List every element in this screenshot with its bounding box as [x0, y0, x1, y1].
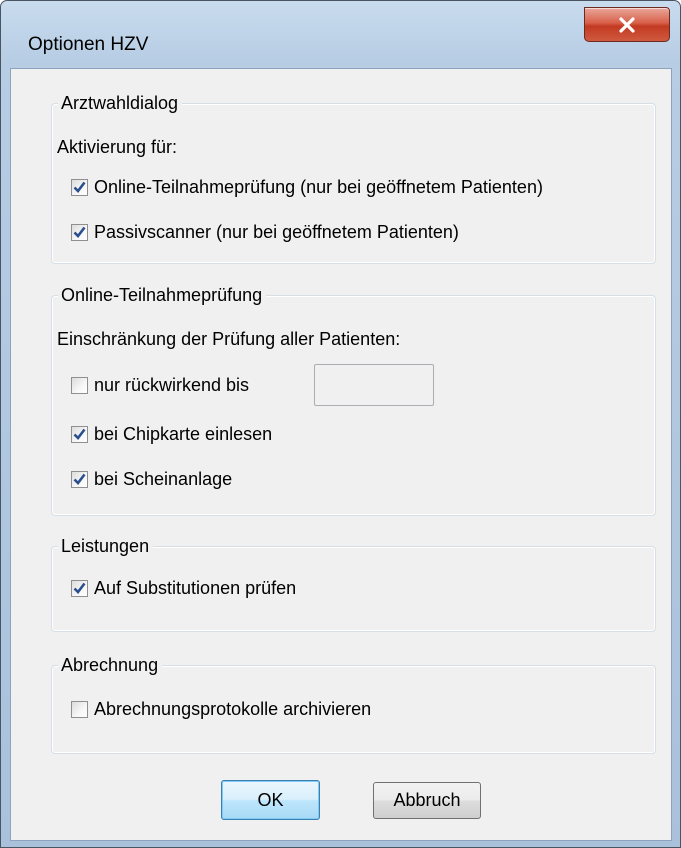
- group-legend-abrechnung: Abrechnung: [58, 654, 163, 676]
- group-legend-arztwahldialog: Arztwahldialog: [58, 92, 183, 114]
- checkbox-label: bei Scheinanlage: [94, 469, 233, 489]
- checkmark-icon: [73, 428, 86, 440]
- checkbox-label: Abrechnungsprotokolle archivieren: [94, 699, 372, 719]
- group-leistungen: Leistungen Auf Substitutionen prüfen: [51, 535, 656, 632]
- group-arztwahldialog: Arztwahldialog Aktivierung für: Online-T…: [51, 92, 656, 264]
- checkbox-auf-substitutionen-pruefen[interactable]: Auf Substitutionen prüfen: [71, 576, 296, 600]
- group-legend-leistungen: Leistungen: [58, 535, 154, 557]
- checkmark-icon: [73, 473, 86, 485]
- checkbox-box[interactable]: [71, 178, 88, 196]
- checkbox-box[interactable]: [71, 223, 88, 241]
- checkbox-label: nur rückwirkend bis: [94, 375, 250, 395]
- window-title: Optionen HZV: [28, 34, 149, 55]
- retro-date-input[interactable]: [314, 364, 434, 406]
- checkbox-bei-chipkarte-einlesen[interactable]: bei Chipkarte einlesen: [71, 422, 272, 446]
- checkbox-nur-rueckwirkend[interactable]: nur rückwirkend bis: [71, 373, 249, 397]
- checkbox-abrechnungsprotokolle-archivieren[interactable]: Abrechnungsprotokolle archivieren: [71, 697, 371, 721]
- checkbox-box[interactable]: [71, 470, 88, 488]
- checkbox-box[interactable]: [71, 700, 88, 718]
- checkbox-box[interactable]: [71, 425, 88, 443]
- close-button[interactable]: [584, 7, 670, 42]
- activation-label: Aktivierung für:: [57, 137, 178, 157]
- checkbox-label: Auf Substitutionen prüfen: [94, 578, 297, 598]
- checkbox-bei-scheinanlage[interactable]: bei Scheinanlage: [71, 467, 232, 491]
- group-abrechnung: Abrechnung Abrechnungsprotokolle archivi…: [51, 654, 656, 754]
- checkbox-box[interactable]: [71, 376, 88, 394]
- checkbox-label: bei Chipkarte einlesen: [94, 424, 273, 444]
- checkmark-icon: [73, 226, 86, 238]
- group-online-teilnahmepruefung: Online-Teilnahmeprüfung Einschränkung de…: [51, 284, 656, 516]
- dialog-window: Optionen HZV Arztwahldialog Aktivierung …: [0, 0, 681, 848]
- checkmark-icon: [73, 582, 86, 594]
- checkbox-box[interactable]: [71, 579, 88, 597]
- checkmark-icon: [73, 181, 86, 193]
- checkbox-passivscanner[interactable]: Passivscanner (nur bei geöffnetem Patien…: [71, 220, 459, 244]
- ok-button[interactable]: OK: [221, 780, 320, 820]
- restriction-label: Einschränkung der Prüfung aller Patiente…: [57, 329, 401, 349]
- checkbox-label: Online-Teilnahmeprüfung (nur bei geöffne…: [94, 177, 543, 197]
- group-legend-online-teilnahmepruefung: Online-Teilnahmeprüfung: [58, 284, 267, 306]
- cancel-button[interactable]: Abbruch: [373, 782, 481, 819]
- checkbox-online-teilnahmepruefung[interactable]: Online-Teilnahmeprüfung (nur bei geöffne…: [71, 175, 543, 199]
- close-x-icon: [619, 16, 635, 33]
- checkbox-label: Passivscanner (nur bei geöffnetem Patien…: [94, 222, 459, 242]
- dialog-client-area: Arztwahldialog Aktivierung für: Online-T…: [10, 68, 672, 841]
